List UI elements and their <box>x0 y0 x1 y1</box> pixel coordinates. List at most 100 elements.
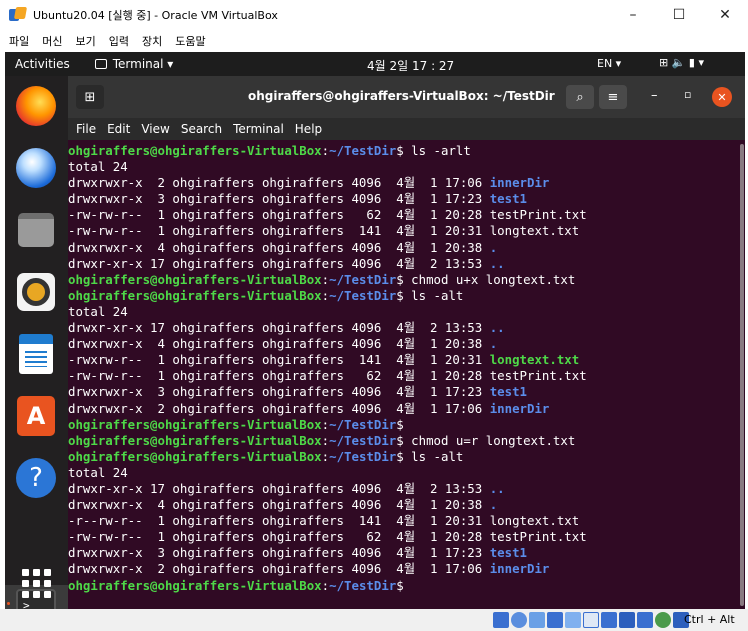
terminal-line: drwxrwxr-x 4 ohgiraffers ohgiraffers 409… <box>68 497 587 513</box>
minimize-button[interactable]: – <box>610 0 656 30</box>
terminal-menu-search[interactable]: Search <box>181 122 222 136</box>
prompt-colon: : <box>321 416 330 432</box>
terminal-menu-terminal[interactable]: Terminal <box>233 122 284 136</box>
prompt-path: ~/TestDir <box>329 287 397 303</box>
file-name: test1 <box>489 191 528 207</box>
search-button[interactable]: ⌕ <box>566 85 594 109</box>
recording-icon[interactable] <box>619 612 635 628</box>
terminal-line: drwxr-xr-x 17 ohgiraffers ohgiraffers 40… <box>68 481 587 497</box>
firefox-launcher[interactable] <box>13 83 59 129</box>
terminal-menubar: File Edit View Search Terminal Help <box>68 118 745 140</box>
terminal-line: drwxrwxr-x 2 ohgiraffers ohgiraffers 409… <box>68 401 587 417</box>
output-text: total 24 <box>68 464 128 480</box>
terminal-line: ohgiraffers@ohgiraffers-VirtualBox:~/Tes… <box>68 433 587 449</box>
display-icon[interactable] <box>601 612 617 628</box>
prompt-user: ohgiraffers@ohgiraffers-VirtualBox <box>68 577 322 593</box>
terminal-menu-help[interactable]: Help <box>295 122 322 136</box>
file-listing-details: drwxrwxr-x 4 ohgiraffers ohgiraffers 409… <box>68 497 490 513</box>
help-launcher[interactable]: ? <box>13 455 59 501</box>
terminal-line: ohgiraffers@ohgiraffers-VirtualBox:~/Tes… <box>68 578 587 594</box>
prompt-user: ohgiraffers@ohgiraffers-VirtualBox <box>68 416 322 432</box>
terminal-minimize-button[interactable]: – <box>651 88 658 103</box>
maximize-button[interactable]: ☐ <box>656 0 702 30</box>
prompt-path: ~/TestDir <box>329 432 397 448</box>
show-applications-icon <box>21 568 51 598</box>
terminal-output[interactable]: ohgiraffers@ohgiraffers-VirtualBox:~/Tes… <box>68 140 745 609</box>
clock[interactable]: 4월 2일 17 : 27 <box>367 57 454 74</box>
prompt-colon: : <box>321 143 330 158</box>
thunderbird-launcher[interactable] <box>13 145 59 191</box>
file-name: test1 <box>489 545 528 561</box>
software-launcher[interactable]: A <box>13 393 59 439</box>
usb-icon[interactable] <box>565 612 581 628</box>
terminal-menu-view[interactable]: View <box>141 122 169 136</box>
file-name: .. <box>489 320 505 336</box>
terminal-line: drwxrwxr-x 2 ohgiraffers ohgiraffers 409… <box>68 175 587 191</box>
terminal-small-icon <box>94 59 107 69</box>
vbox-device-icons <box>493 612 689 628</box>
hard-disk-icon[interactable] <box>493 612 509 628</box>
terminal-line: -rw-rw-r-- 1 ohgiraffers ohgiraffers 141… <box>68 223 587 239</box>
menu-input[interactable]: 입력 <box>109 33 129 49</box>
system-status-menu[interactable]: ⊞ 🔈 ▮ ▾ <box>659 56 704 69</box>
terminal-line: drwxrwxr-x 4 ohgiraffers ohgiraffers 409… <box>68 240 587 256</box>
hamburger-menu-button[interactable]: ≡ <box>599 85 627 109</box>
terminal-line: -r--rw-r-- 1 ohgiraffers ohgiraffers 141… <box>68 513 587 529</box>
file-name: . <box>489 497 498 513</box>
terminal-close-button[interactable]: ✕ <box>712 87 732 107</box>
prompt-colon: : <box>321 432 330 448</box>
menu-machine[interactable]: 머신 <box>42 33 62 49</box>
menu-file[interactable]: 파일 <box>9 33 29 49</box>
new-tab-button[interactable]: ⊞ <box>76 85 104 109</box>
terminal-line: -rw-rw-r-- 1 ohgiraffers ohgiraffers 62 … <box>68 529 587 545</box>
rhythmbox-launcher[interactable] <box>13 269 59 315</box>
file-listing-details: drwxrwxr-x 3 ohgiraffers ohgiraffers 409… <box>68 191 490 207</box>
file-listing-details: drwxrwxr-x 3 ohgiraffers ohgiraffers 409… <box>68 545 490 561</box>
terminal-menu-edit[interactable]: Edit <box>107 122 130 136</box>
menu-view[interactable]: 보기 <box>76 33 96 49</box>
prompt-user: ohgiraffers@ohgiraffers-VirtualBox <box>68 271 322 287</box>
ubuntu-top-bar: Activities Terminal ▾ 4월 2일 17 : 27 EN ▾… <box>5 52 745 76</box>
prompt-path: ~/TestDir <box>329 271 397 287</box>
prompt-sign: $ <box>396 143 404 158</box>
app-menu-button[interactable]: Terminal ▾ <box>94 57 173 71</box>
terminal-maximize-button[interactable]: ▫ <box>684 88 691 101</box>
file-listing-details: drwxr-xr-x 17 ohgiraffers ohgiraffers 40… <box>68 480 490 496</box>
virtualbox-logo-icon <box>9 7 28 23</box>
file-name: . <box>489 239 498 255</box>
file-listing-details: -r--rw-r-- 1 ohgiraffers ohgiraffers 141… <box>68 513 490 529</box>
thunderbird-icon <box>16 148 56 188</box>
menu-help[interactable]: 도움말 <box>175 33 205 49</box>
files-launcher[interactable] <box>13 207 59 253</box>
writer-launcher[interactable] <box>13 331 59 377</box>
file-name: . <box>489 336 498 352</box>
command-text: ls -arlt <box>403 143 471 158</box>
new-tab-icon: ⊞ <box>84 89 96 105</box>
prompt-path: ~/TestDir <box>329 416 397 432</box>
network-icon[interactable] <box>547 612 563 628</box>
activities-button[interactable]: Activities <box>15 57 70 71</box>
libreoffice-writer-icon <box>19 334 53 374</box>
menu-devices[interactable]: 장치 <box>142 33 162 49</box>
output-text: total 24 <box>68 303 128 319</box>
prompt-user: ohgiraffers@ohgiraffers-VirtualBox <box>68 432 322 448</box>
terminal-line: total 24 <box>68 465 587 481</box>
mouse-integration-icon[interactable] <box>655 612 671 628</box>
terminal-menu-file[interactable]: File <box>76 122 96 136</box>
files-icon <box>18 213 54 247</box>
terminal-line: -rw-rw-r-- 1 ohgiraffers ohgiraffers 62 … <box>68 368 587 384</box>
file-listing-details: drwxrwxr-x 4 ohgiraffers ohgiraffers 409… <box>68 239 490 255</box>
optical-drive-icon[interactable] <box>511 612 527 628</box>
file-name: testPrint.txt <box>489 368 587 384</box>
shared-folders-icon[interactable] <box>583 612 599 628</box>
file-listing-details: drwxrwxr-x 2 ohgiraffers ohgiraffers 409… <box>68 400 490 416</box>
output-text: total 24 <box>68 159 128 175</box>
terminal-scrollbar[interactable] <box>740 144 744 606</box>
cpu-icon[interactable] <box>637 612 653 628</box>
input-language-menu[interactable]: EN ▾ <box>597 57 621 70</box>
firefox-icon <box>16 86 56 126</box>
close-button[interactable]: ✕ <box>702 0 748 30</box>
file-listing-details: drwxrwxr-x 2 ohgiraffers ohgiraffers 409… <box>68 175 490 191</box>
show-applications-button[interactable] <box>13 560 59 606</box>
audio-icon[interactable] <box>529 612 545 628</box>
